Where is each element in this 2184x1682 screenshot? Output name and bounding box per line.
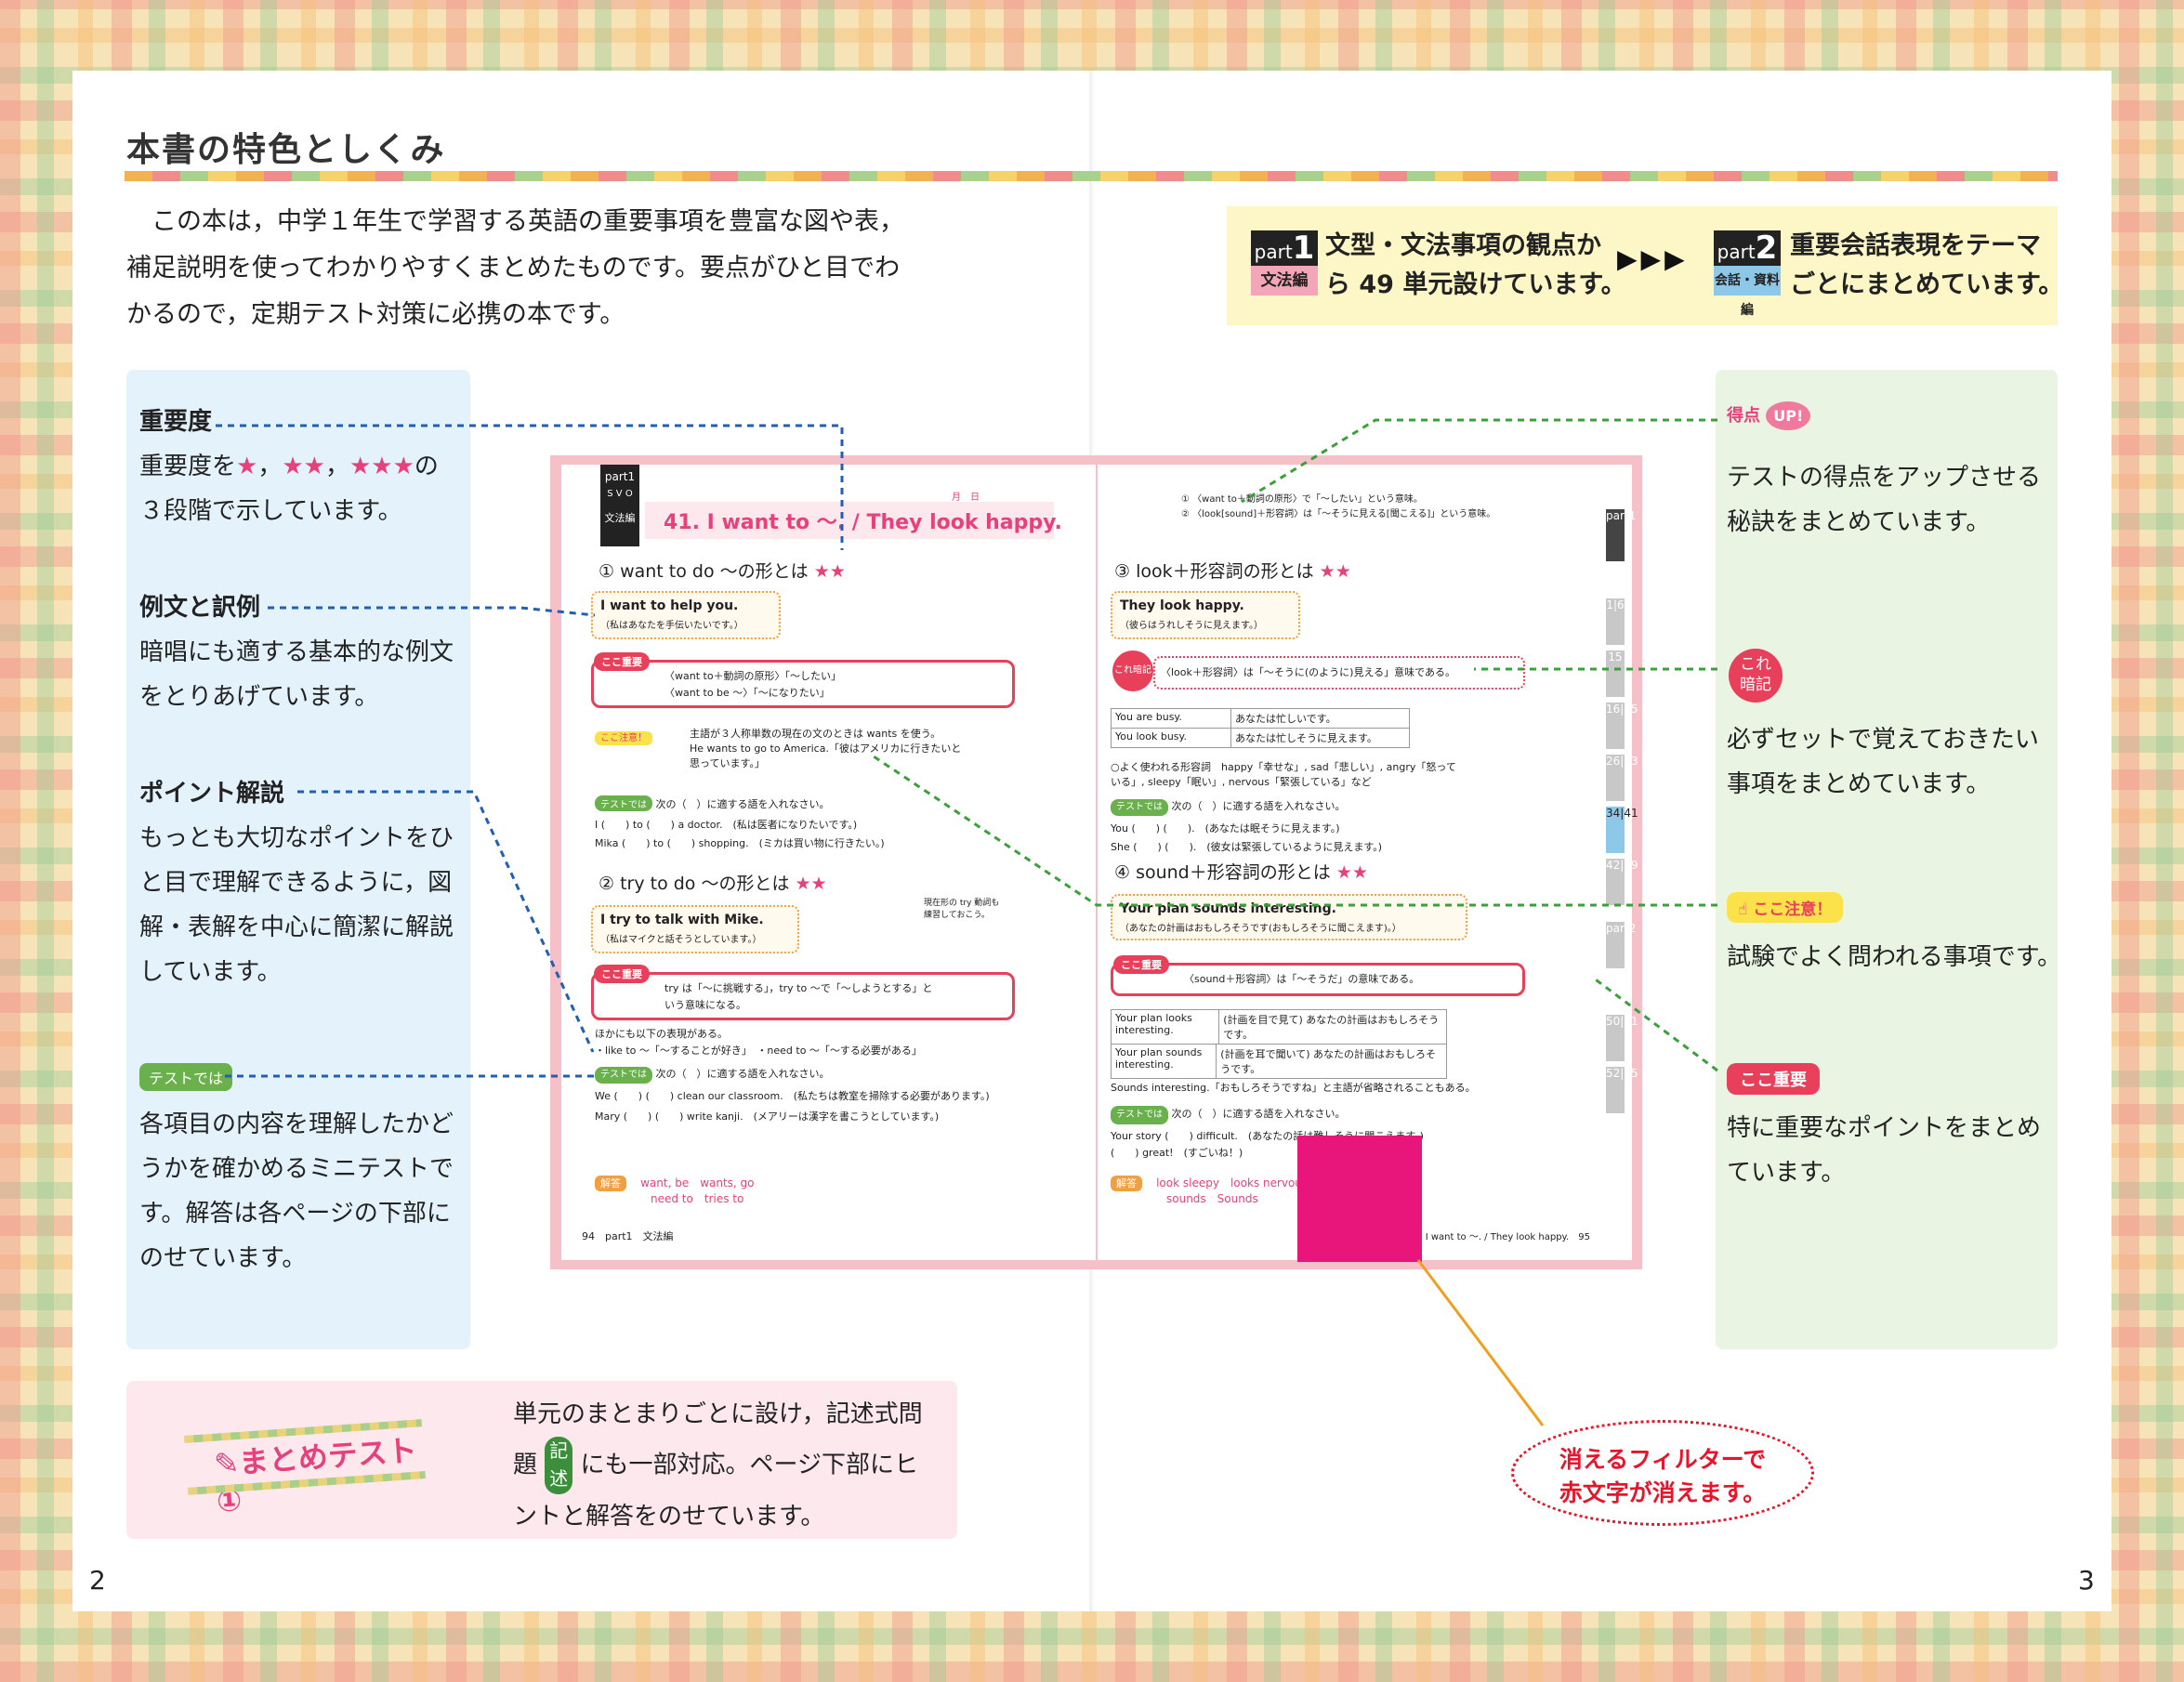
leader-filter: [1416, 1259, 1545, 1426]
kijutsu-badge: 記述: [545, 1437, 573, 1494]
leader-chui: [873, 755, 1717, 907]
leader-juyo: [1592, 976, 1718, 1072]
pencil-icon: ✎: [212, 1445, 241, 1482]
leader-tokuten: [1241, 418, 1717, 504]
page-number-left: 2: [89, 1565, 106, 1596]
page-number-right: 3: [2078, 1565, 2095, 1596]
leader-points: [297, 790, 595, 1053]
leader-importance: [216, 424, 844, 550]
summary-test-description: 単元のまとまりごとに設け，記述式問 題 記述 にも一部対応。ページ下部にヒ ント…: [513, 1400, 923, 1531]
filter-note-bubble: 消えるフィルターで 赤文字が消えます。: [1511, 1420, 1814, 1526]
leader-examples: [268, 606, 596, 617]
